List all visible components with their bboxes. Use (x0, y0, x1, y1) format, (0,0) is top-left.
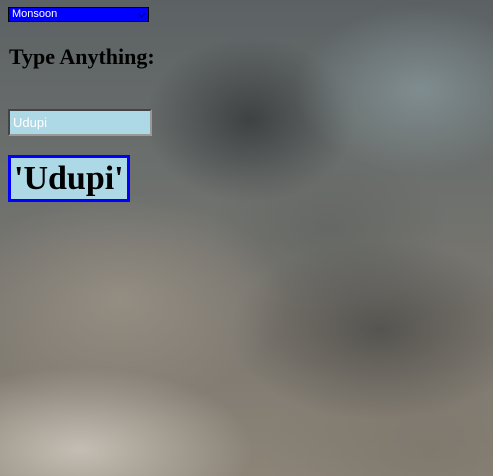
season-select-value: Monsoon (12, 8, 58, 20)
page-heading: Type Anything: (9, 44, 155, 69)
chevron-down-icon: ⌵ (138, 9, 145, 19)
season-select[interactable]: Monsoon ⌵ (8, 7, 149, 22)
text-input[interactable] (8, 109, 152, 136)
output-display: 'Udupi' (8, 155, 130, 202)
